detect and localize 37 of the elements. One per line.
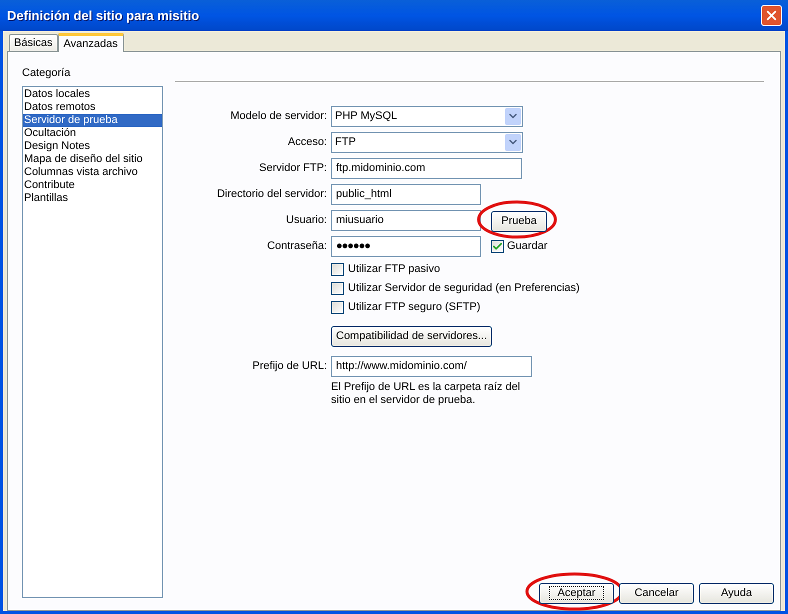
checkbox-label: Utilizar Servidor de seguridad (en Preferencias)	[348, 280, 580, 296]
category-item[interactable]: Plantillas	[23, 192, 162, 204]
dialog-button[interactable]: Prueba	[491, 210, 547, 232]
text-field[interactable]: miusuario	[331, 210, 481, 230]
category-label: Categoría	[22, 66, 72, 81]
field-label: Usuario:	[285, 212, 327, 228]
category-item[interactable]: Columnas vista archivo	[23, 166, 162, 178]
dialog-button[interactable]: Aceptar	[539, 582, 614, 604]
category-item[interactable]: Mapa de diseño del sitio	[23, 152, 162, 166]
checkbox-label: Utilizar FTP pasivo	[348, 262, 440, 277]
dialog-button[interactable]: Ayuda	[699, 582, 774, 604]
category-item[interactable]: Servidor de prueba	[23, 114, 162, 126]
category-item[interactable]: Contribute	[23, 178, 162, 192]
field-label: Prefijo de URL:	[251, 359, 327, 374]
text-field[interactable]: public_html	[331, 184, 481, 204]
tab[interactable]: Básicas	[9, 34, 58, 51]
category-item[interactable]: Design Notes	[23, 140, 162, 152]
dialog-button[interactable]: Compatibilidad de servidores...	[331, 326, 492, 347]
text-field[interactable]: ftp.midominio.com	[331, 158, 522, 178]
help-text: El Prefijo de URL es la carpeta raíz del sitio en el servidor de prueba.	[331, 381, 522, 407]
window-title: Definición del sitio para misitio	[7, 6, 200, 25]
category-item[interactable]: Ocultación	[23, 126, 162, 140]
checkbox-label: Utilizar FTP seguro (SFTP)	[348, 300, 480, 315]
field-label: Acceso:	[286, 134, 327, 150]
field-label: Modelo de servidor:	[229, 108, 327, 124]
field-label: Directorio del servidor:	[216, 186, 327, 202]
password-field[interactable]: ●●●●●●	[331, 236, 481, 256]
checkbox-label: Guardar	[507, 238, 548, 254]
category-item[interactable]: Datos locales	[23, 88, 162, 100]
field-label: Contraseña:	[266, 238, 327, 254]
dialog-button[interactable]: Cancelar	[619, 582, 694, 604]
text-field[interactable]: http://www.midominio.com/	[331, 356, 532, 377]
dropdown[interactable]: PHP MySQL	[331, 106, 523, 126]
field-label: Servidor FTP:	[258, 160, 327, 176]
tab[interactable]: Avanzadas	[58, 33, 124, 52]
dropdown[interactable]: FTP	[331, 132, 523, 152]
category-item[interactable]: Datos remotos	[23, 100, 162, 114]
